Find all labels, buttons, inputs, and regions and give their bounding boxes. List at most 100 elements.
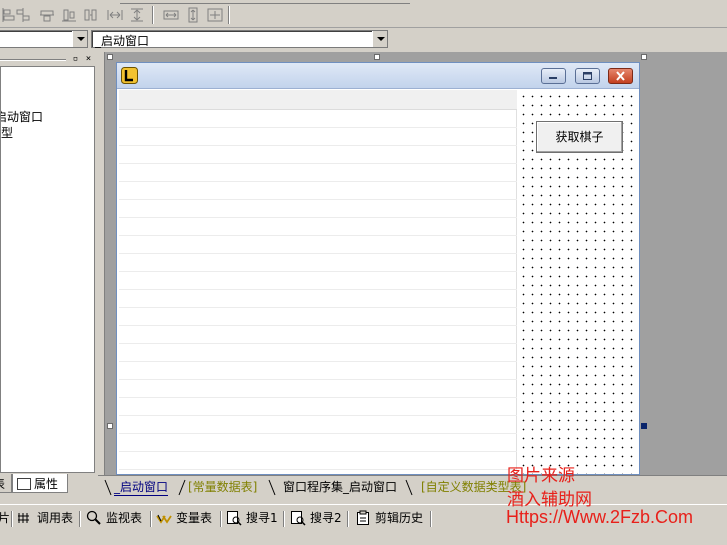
- tab-divider: [178, 478, 186, 496]
- list-row: [119, 254, 517, 272]
- object-combo[interactable]: [0, 30, 88, 48]
- list-row: [119, 110, 517, 128]
- list-row: [119, 326, 517, 344]
- magnifier-icon: [86, 510, 102, 526]
- list-row: [119, 398, 517, 416]
- list-row: [119, 434, 517, 452]
- search1-label: 搜寻1: [246, 511, 278, 525]
- toolbar-separator: [347, 511, 349, 527]
- resize-handle[interactable]: [107, 423, 113, 429]
- tab-startup-window[interactable]: _启动窗口: [114, 478, 169, 496]
- tab-window-assembly[interactable]: 窗口程序集_启动窗口: [283, 478, 397, 496]
- output-tab-label: 片: [0, 511, 11, 525]
- same-width-icon[interactable]: [162, 7, 180, 23]
- list-row: [119, 218, 517, 236]
- resize-handle[interactable]: [641, 423, 647, 429]
- variables-icon: [156, 510, 172, 526]
- call-table-icon: [17, 510, 33, 526]
- list-row: [119, 182, 517, 200]
- get-pieces-button[interactable]: 获取棋子: [536, 121, 623, 153]
- form-design-toolbar: [0, 0, 727, 28]
- chevron-down-icon[interactable]: [72, 31, 87, 47]
- tab-support-lib-label: 表: [0, 477, 5, 491]
- watermark-source: 图片来源: [507, 466, 575, 486]
- variable-table-label: 变量表: [176, 511, 213, 525]
- window-combo[interactable]: _启动窗口: [91, 30, 388, 48]
- close-panel-icon[interactable]: ×: [83, 54, 94, 65]
- resize-handle[interactable]: [107, 54, 113, 60]
- list-row: [119, 308, 517, 326]
- tree-item-types[interactable]: 类型: [1, 124, 13, 141]
- startup-window-form[interactable]: 获取棋子: [116, 62, 640, 475]
- editor-tabs: _启动窗口 [常量数据表] 窗口程序集_启动窗口 [自定义数据类型表]: [98, 475, 727, 497]
- toolbar-top-edge: [120, 0, 410, 4]
- toolbar-separator: [283, 511, 285, 527]
- resize-handle[interactable]: [374, 54, 380, 60]
- project-panel: ▫ × _启动窗口 类型 表: [0, 50, 98, 473]
- toolbar-separator: [430, 511, 432, 527]
- list-row: [119, 380, 517, 398]
- space-vertical-icon[interactable]: [128, 7, 146, 23]
- super-listbox[interactable]: [119, 90, 517, 474]
- toolbar-separator: [79, 511, 81, 527]
- variable-table-button[interactable]: 变量表: [156, 509, 212, 527]
- align-top-icon[interactable]: [38, 7, 56, 23]
- tab-divider: [268, 478, 276, 496]
- call-table-button[interactable]: 调用表: [17, 509, 73, 527]
- same-size-icon[interactable]: [206, 7, 224, 23]
- project-tree[interactable]: _启动窗口 类型 表: [0, 66, 95, 473]
- list-row: [119, 164, 517, 182]
- watch-table-button[interactable]: 监视表: [86, 509, 142, 527]
- list-row: [119, 344, 517, 362]
- tab-properties[interactable]: 属性: [12, 474, 68, 493]
- window-combo-value: _启动窗口: [95, 34, 150, 48]
- search-document-icon: [290, 510, 306, 526]
- minimize-button[interactable]: [541, 68, 566, 84]
- resize-handle[interactable]: [641, 54, 647, 60]
- tree-item-startup-window[interactable]: _启动窗口: [1, 108, 43, 125]
- maximize-button[interactable]: [575, 68, 600, 84]
- list-row: [119, 128, 517, 146]
- same-height-icon[interactable]: [184, 7, 202, 23]
- watch-table-label: 监视表: [106, 511, 143, 525]
- clip-history-label: 剪辑历史: [375, 511, 424, 525]
- tab-divider: [104, 478, 112, 496]
- align-middle-icon[interactable]: [60, 7, 78, 23]
- output-tab-button[interactable]: 片: [0, 509, 10, 527]
- toolbar-separator: [228, 6, 230, 24]
- toolbar-separator: [150, 511, 152, 527]
- chevron-down-icon[interactable]: [372, 31, 387, 47]
- listbox-header: [119, 90, 517, 110]
- search-document-icon: [226, 510, 242, 526]
- panel-header: ▫ ×: [0, 54, 98, 66]
- list-row: [119, 272, 517, 290]
- watermark-url: Https://Www.2Fzb.Com: [506, 507, 694, 527]
- search2-button[interactable]: 搜寻2: [290, 509, 342, 527]
- tab-constant-table[interactable]: [常量数据表]: [188, 478, 257, 496]
- list-row: [119, 452, 517, 470]
- close-button[interactable]: [608, 68, 633, 84]
- panel-grip: [0, 59, 66, 61]
- properties-icon: [17, 478, 31, 490]
- align-center-icon[interactable]: [14, 7, 32, 23]
- left-panel-tabs: 表 属性: [0, 473, 98, 495]
- form-title-bar[interactable]: [117, 63, 639, 89]
- search1-button[interactable]: 搜寻1: [226, 509, 278, 527]
- list-row: [119, 362, 517, 380]
- space-horizontal-icon[interactable]: [106, 7, 124, 23]
- tree-item-tables[interactable]: 表: [1, 205, 2, 222]
- tab-properties-label: 属性: [34, 477, 59, 491]
- list-row: [119, 290, 517, 308]
- clipboard-icon: [355, 510, 371, 526]
- tab-divider: [405, 478, 413, 496]
- list-row: [119, 236, 517, 254]
- search2-label: 搜寻2: [310, 511, 342, 525]
- tab-support-lib[interactable]: 表: [0, 474, 12, 493]
- list-row: [119, 200, 517, 218]
- align-bottom-icon[interactable]: [82, 7, 100, 23]
- list-row: [119, 146, 517, 164]
- toolbar-separator: [11, 511, 13, 527]
- clip-history-button[interactable]: 剪辑历史: [355, 509, 423, 527]
- app-logo-icon: [121, 67, 138, 84]
- restore-panel-icon[interactable]: ▫: [70, 54, 81, 65]
